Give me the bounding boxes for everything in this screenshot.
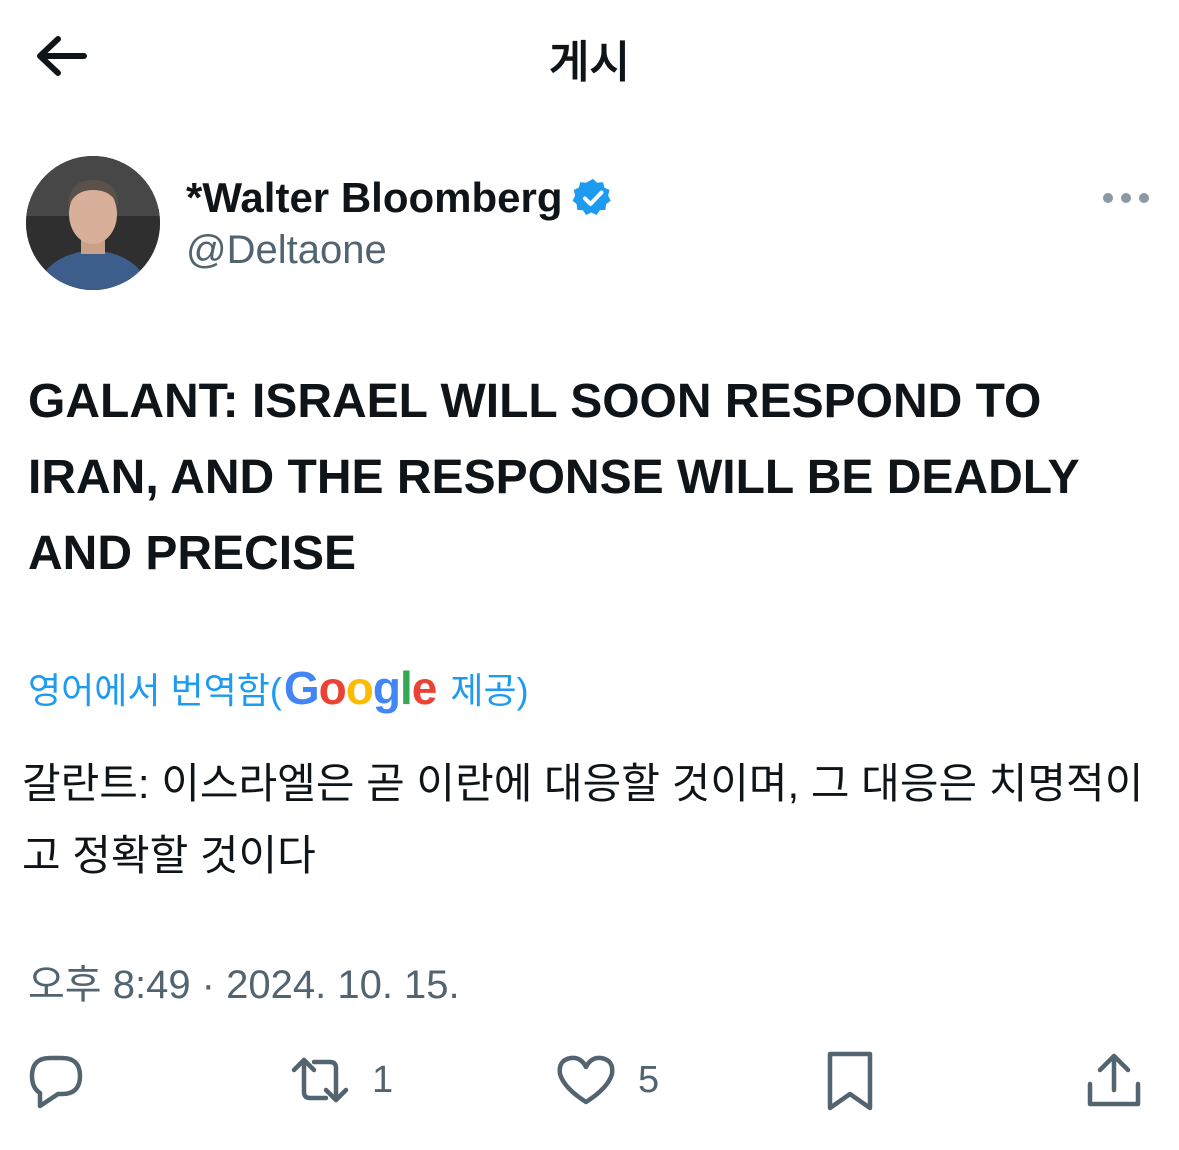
more-options-button[interactable] <box>1098 180 1154 216</box>
repost-icon <box>291 1057 349 1103</box>
avatar[interactable] <box>26 156 160 290</box>
author-handle[interactable]: @Deltaone <box>186 228 387 273</box>
translation-prefix: 영어에서 번역함( <box>28 670 282 711</box>
top-bar: 게시 <box>0 0 1179 112</box>
heart-icon <box>557 1055 615 1105</box>
translation-suffix: 제공) <box>450 670 529 711</box>
share-button[interactable] <box>1082 1040 1146 1120</box>
repost-button[interactable]: 1 <box>288 1040 393 1120</box>
author-name-row: *Walter Bloomberg <box>186 170 614 226</box>
bookmark-button[interactable] <box>818 1040 882 1120</box>
like-count: 5 <box>638 1058 660 1101</box>
page-title: 게시 <box>549 38 630 87</box>
translated-text: 갈란트: 이스라엘은 곧 이란에 대응할 것이며, 그 대응은 치명적이고 정확… <box>22 760 1144 879</box>
reply-button[interactable] <box>24 1040 88 1120</box>
reply-icon <box>29 1055 83 1109</box>
tweet-text: GALANT: ISRAEL WILL SOON RESPOND TO IRAN… <box>28 375 1079 580</box>
share-icon <box>1087 1053 1141 1107</box>
repost-count: 1 <box>372 1058 394 1101</box>
profile-photo <box>26 156 160 290</box>
tweet-timestamp[interactable]: 오후 8:49 · 2024. 10. 15. <box>28 952 460 1010</box>
like-button[interactable]: 5 <box>554 1040 659 1120</box>
author-display-name[interactable]: *Walter Bloomberg <box>186 174 562 222</box>
google-logo: Google <box>283 662 437 714</box>
bookmark-icon <box>827 1051 873 1111</box>
verified-badge-icon <box>573 178 612 215</box>
action-bar: 1 5 <box>0 1040 1179 1120</box>
more-horizontal-icon <box>1103 193 1149 203</box>
translation-label[interactable]: 영어에서 번역함( Google 제공) <box>28 656 529 720</box>
